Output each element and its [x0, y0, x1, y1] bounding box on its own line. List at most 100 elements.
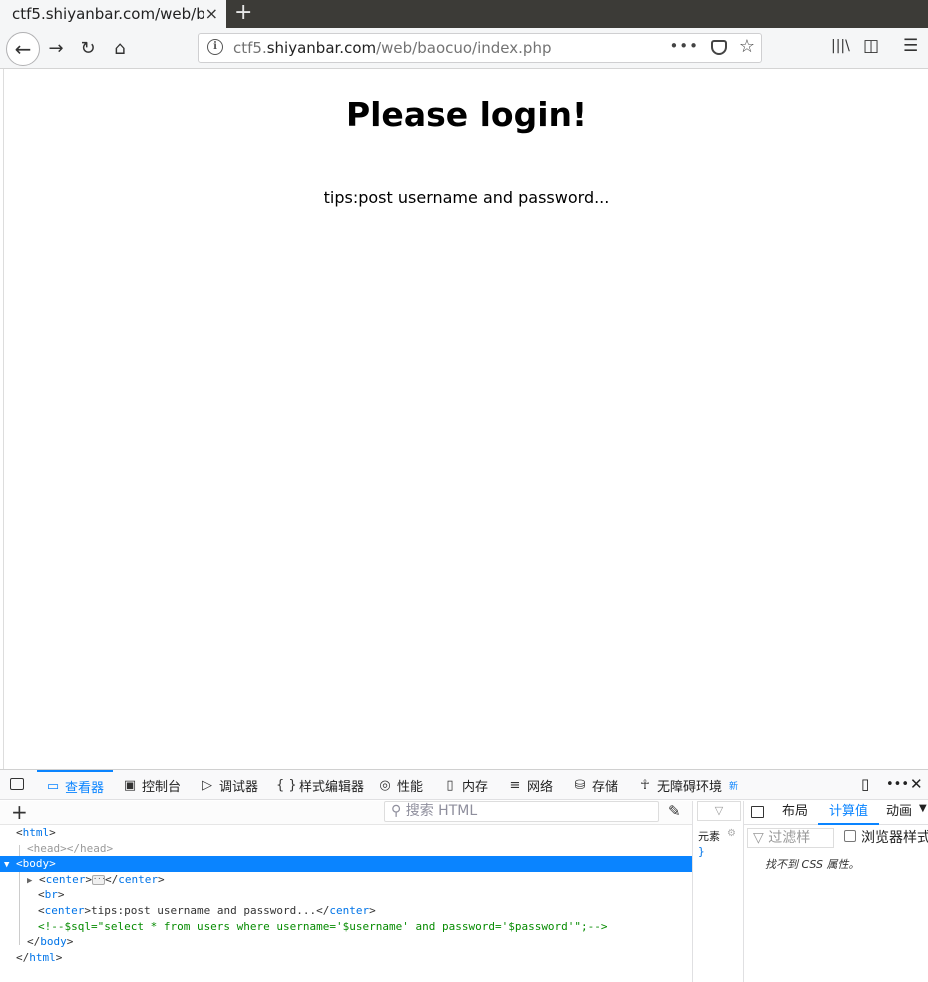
network-icon: ≡	[509, 777, 521, 793]
tag-name: head	[80, 841, 107, 855]
tag-name: head	[33, 841, 61, 855]
tag-name: center	[118, 872, 159, 886]
close-devtools-icon[interactable]: ✕	[910, 775, 923, 793]
library-icon[interactable]: |||\	[831, 38, 850, 54]
tab-label: 性能	[397, 779, 424, 795]
reload-button[interactable]: ↻	[75, 36, 101, 62]
tab-storage[interactable]: ⛁ 存储	[573, 770, 618, 800]
element-rule-label: 元素	[698, 830, 720, 843]
tab-strip: ctf5.shiyanbar.com/web/ba × +	[0, 0, 928, 28]
tag-name: html	[22, 826, 50, 839]
url-host: shiyanbar.com	[266, 39, 377, 57]
tab-memory[interactable]: ▯ 内存	[443, 770, 488, 800]
tab-accessibility[interactable]: ☥ 无障碍环境 新	[638, 770, 738, 800]
eyedropper-icon[interactable]: ✎	[668, 802, 681, 820]
tab-label: 存储	[592, 779, 619, 795]
tag-name: body	[22, 857, 50, 871]
search-placeholder: 搜索 HTML	[405, 803, 478, 819]
node-text: tips:post username and password...	[91, 904, 317, 917]
markup-line-body-close[interactable]: </body>	[0, 934, 692, 950]
memory-icon: ▯	[446, 777, 454, 793]
tag-name: html	[29, 950, 56, 964]
tab-label: 内存	[462, 779, 489, 795]
tab-animations[interactable]: 动画	[886, 801, 912, 825]
tab-performance[interactable]: ◎ 性能	[378, 770, 423, 800]
chevron-down-icon[interactable]: ▼	[919, 803, 927, 814]
style-editor-icon: { }	[276, 777, 297, 793]
markup-toolbar: + ⚲ 搜索 HTML ✎	[0, 801, 692, 825]
new-tab-icon[interactable]: +	[234, 1, 252, 25]
tab-computed[interactable]: 计算值	[818, 801, 880, 825]
rule-close-brace: }	[698, 845, 705, 858]
pocket-icon[interactable]	[711, 40, 727, 55]
url-text[interactable]: ctf5.shiyanbar.com/web/baocuo/index.php	[233, 39, 551, 57]
collapsed-ellipsis[interactable]: ···	[92, 874, 106, 885]
responsive-mode-icon[interactable]: ▯	[861, 775, 869, 793]
page-heading: Please login!	[345, 95, 588, 134]
back-button[interactable]: ←	[6, 32, 40, 66]
more-options-icon[interactable]: •••	[886, 777, 909, 792]
markup-line-body-selected[interactable]: ▼ <body>	[0, 856, 692, 873]
tag-name: center	[44, 904, 85, 917]
accessibility-icon: ☥	[640, 777, 650, 793]
tab-label: 无障碍环境	[657, 779, 723, 795]
markup-line-center-tips[interactable]: <center>tips:post username and password.…	[0, 903, 692, 919]
browser-tab[interactable]: ctf5.shiyanbar.com/web/ba ×	[0, 0, 226, 28]
gear-icon[interactable]: ⚙	[727, 828, 736, 839]
tab-inspector[interactable]: ▭ 查看器	[37, 770, 114, 800]
tab-layout[interactable]: 布局	[782, 801, 808, 825]
add-node-icon[interactable]: +	[11, 801, 28, 823]
markup-line-html[interactable]: <html>	[0, 825, 692, 841]
devtools-panel: ▭ 查看器 ▣ 控制台 ▷ 调试器 { } 样式编辑器 ◎ 性能 ▯ 内存 ≡ …	[0, 769, 928, 982]
url-path: /web/baocuo/index.php	[376, 39, 552, 57]
home-button[interactable]: ⌂	[107, 36, 133, 62]
markup-line-head[interactable]: <head></head>	[0, 841, 692, 857]
markup-line-comment[interactable]: <!--$sql="select * from users where user…	[0, 919, 692, 935]
rules-filter-input[interactable]: ▽	[697, 801, 741, 821]
new-badge: 新	[729, 781, 739, 792]
sidebar-icon[interactable]: ◫	[863, 36, 879, 56]
storage-icon: ⛁	[574, 777, 586, 793]
toggle-pane-icon[interactable]	[751, 806, 764, 818]
forward-button[interactable]: →	[43, 36, 69, 62]
url-bar[interactable]: i ctf5.shiyanbar.com/web/baocuo/index.ph…	[198, 33, 762, 63]
page-content: Please login! tips:post username and pas…	[3, 69, 928, 769]
side-panel-tabs: 布局 计算值 动画 ▼	[744, 801, 928, 825]
performance-icon: ◎	[379, 777, 391, 793]
browser-styles-checkbox[interactable]	[844, 830, 856, 842]
tab-style-editor[interactable]: { } 样式编辑器	[276, 770, 364, 800]
navigation-bar: ← → ↻ ⌂ i ctf5.shiyanbar.com/web/baocuo/…	[0, 28, 928, 69]
page-tips: tips:post username and password...	[323, 188, 610, 207]
computed-filter-input[interactable]: ▽ 过滤样	[747, 828, 834, 848]
menu-icon[interactable]: ☰	[903, 36, 918, 56]
tab-label: 查看器	[65, 780, 105, 796]
url-prefix: ctf5.	[233, 39, 267, 57]
search-html-input[interactable]: ⚲ 搜索 HTML	[384, 801, 659, 822]
browser-styles-label: 浏览器样式	[861, 830, 928, 846]
tab-console[interactable]: ▣ 控制台	[123, 770, 181, 800]
tab-network[interactable]: ≡ 网络	[508, 770, 553, 800]
element-picker-icon[interactable]	[10, 778, 24, 790]
computed-panel: 布局 计算值 动画 ▼ ▽ 过滤样 浏览器样式 找不到 CSS 属性。	[743, 801, 928, 982]
tab-label: 调试器	[219, 779, 259, 795]
tab-close-icon[interactable]: ×	[205, 4, 218, 24]
tab-label: 网络	[527, 779, 554, 795]
devtools-toolbar: ▭ 查看器 ▣ 控制台 ▷ 调试器 { } 样式编辑器 ◎ 性能 ▯ 内存 ≡ …	[0, 770, 928, 800]
bookmark-star-icon[interactable]: ☆	[739, 36, 755, 57]
tab-label: 控制台	[142, 779, 182, 795]
rules-panel: ▽ 元素 ⚙ }	[692, 801, 743, 982]
tab-title: ctf5.shiyanbar.com/web/ba	[12, 5, 204, 23]
no-css-properties-message: 找不到 CSS 属性。	[765, 858, 860, 871]
markup-tree: <html> <head></head> ▼ <body> ▶ <center>…	[0, 825, 692, 982]
tag-name: center	[45, 872, 86, 886]
console-icon: ▣	[123, 777, 137, 793]
tag-name: center	[329, 904, 370, 917]
page-actions-icon[interactable]: •••	[669, 37, 699, 55]
tag-name: body	[40, 935, 67, 949]
markup-line-br[interactable]: <br>	[0, 887, 692, 903]
markup-line-center[interactable]: ▶ <center>···</center>	[0, 872, 692, 888]
markup-line-html-close[interactable]: </html>	[0, 950, 692, 966]
info-icon[interactable]: i	[207, 39, 223, 55]
inspector-icon: ▭	[46, 778, 60, 794]
tab-debugger[interactable]: ▷ 调试器	[200, 770, 258, 800]
